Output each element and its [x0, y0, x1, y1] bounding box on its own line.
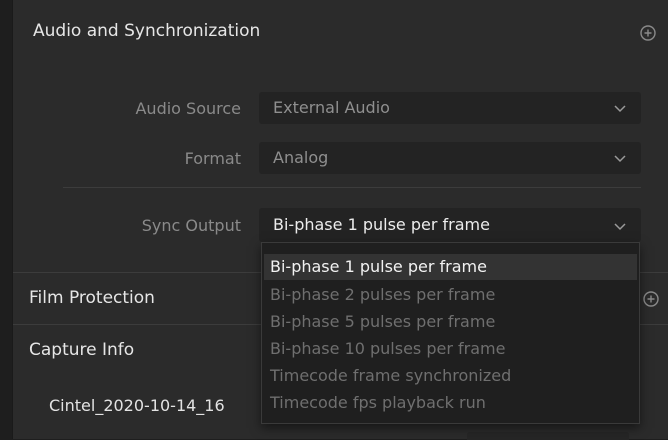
- film-protection-title[interactable]: Film Protection: [29, 288, 155, 308]
- audio-sync-header[interactable]: Audio and Synchronization: [13, 0, 668, 62]
- menu-option[interactable]: Bi-phase 1 pulse per frame: [264, 254, 637, 280]
- audio-source-label: Audio Source: [135, 99, 241, 118]
- sync-output-label: Sync Output: [141, 216, 241, 235]
- audio-source-value: External Audio: [273, 98, 390, 117]
- audio-source-dropdown[interactable]: External Audio: [259, 92, 641, 124]
- format-dropdown[interactable]: Analog: [259, 142, 641, 174]
- audio-sync-title: Audio and Synchronization: [33, 21, 261, 41]
- format-label: Format: [184, 149, 241, 168]
- menu-option[interactable]: Timecode frame synchronized: [264, 363, 637, 389]
- reset-plus-icon[interactable]: [642, 290, 660, 308]
- format-value: Analog: [273, 148, 329, 167]
- section-divider: [63, 187, 641, 188]
- sync-output-dropdown[interactable]: Bi-phase 1 pulse per frame: [259, 208, 641, 242]
- capture-filename: Cintel_2020-10-14_16: [49, 396, 225, 415]
- sync-output-menu: Bi-phase 1 pulse per frame Bi-phase 2 pu…: [261, 242, 640, 424]
- chevron-down-icon: [614, 223, 626, 231]
- sync-output-value: Bi-phase 1 pulse per frame: [273, 215, 490, 234]
- chevron-down-icon: [614, 105, 626, 113]
- reset-plus-icon[interactable]: [639, 24, 657, 42]
- menu-option[interactable]: Timecode fps playback run: [264, 390, 637, 416]
- chevron-down-icon: [614, 155, 626, 163]
- menu-option[interactable]: Bi-phase 10 pulses per frame: [264, 336, 637, 362]
- menu-option[interactable]: Bi-phase 2 pulses per frame: [264, 282, 637, 308]
- capture-info-title[interactable]: Capture Info: [29, 340, 134, 360]
- menu-option[interactable]: Bi-phase 5 pulses per frame: [264, 309, 637, 335]
